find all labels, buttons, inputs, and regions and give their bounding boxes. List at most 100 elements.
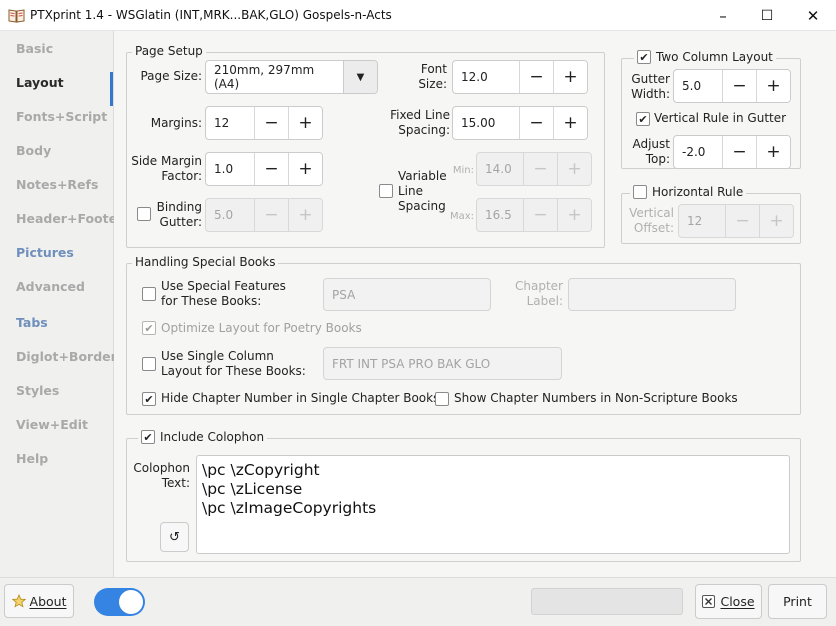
- plus-icon[interactable]: +: [557, 153, 591, 185]
- vertical-offset-value[interactable]: 12: [679, 205, 725, 237]
- plus-icon[interactable]: +: [553, 61, 587, 93]
- plus-icon[interactable]: +: [288, 153, 322, 185]
- sidebar-item-diglot-border[interactable]: Diglot+Border: [16, 349, 117, 364]
- plus-icon[interactable]: +: [553, 107, 587, 139]
- gutter-width-label-1: Gutter: [631, 72, 670, 86]
- colophon-line: \pc \zImageCopyrights: [202, 499, 377, 517]
- vertical-rule-checkbox[interactable]: ✔: [636, 112, 650, 126]
- plus-icon[interactable]: +: [759, 205, 793, 237]
- binding-gutter-label-1: Binding: [156, 200, 202, 214]
- minus-icon[interactable]: −: [722, 136, 756, 168]
- minus-icon[interactable]: −: [722, 70, 756, 102]
- sidebar-item-help[interactable]: Help: [16, 451, 112, 466]
- sidebar-item-advanced[interactable]: Advanced: [16, 279, 112, 294]
- hide-chapter-label: Hide Chapter Number in Single Chapter Bo…: [161, 391, 440, 405]
- gutter-width-spinner[interactable]: 5.0 − +: [673, 69, 791, 103]
- show-chapter-nonscripture-checkbox[interactable]: [435, 392, 449, 406]
- sidebar-item-tabs[interactable]: Tabs: [16, 315, 112, 330]
- optimize-poetry-checkbox[interactable]: ✔: [142, 321, 156, 335]
- max-value[interactable]: 16.5: [477, 199, 523, 231]
- minus-icon[interactable]: −: [254, 199, 288, 231]
- font-size-label-1: Font: [420, 62, 447, 76]
- side-margin-spinner[interactable]: 1.0 − +: [205, 152, 323, 186]
- sidebar-item-styles[interactable]: Styles: [16, 383, 112, 398]
- font-size-value[interactable]: 12.0: [453, 61, 519, 93]
- margins-spinner[interactable]: 12 − +: [205, 106, 323, 140]
- horizontal-rule-legend: Horizontal Rule: [630, 185, 747, 199]
- minimize-button[interactable]: –: [700, 0, 746, 31]
- page-size-value: 210mm, 297mm (A4): [214, 63, 315, 91]
- close-icon: [702, 595, 716, 608]
- include-colophon-checkbox[interactable]: ✔: [141, 430, 155, 444]
- min-spinner[interactable]: 14.0 − +: [476, 152, 592, 186]
- colophon-textarea[interactable]: \pc \zCopyright \pc \zLicense \pc \zImag…: [196, 455, 790, 554]
- page-size-combo[interactable]: 210mm, 297mm (A4) ▼: [205, 60, 378, 94]
- single-column-label-1: Use Single Column: [161, 349, 274, 363]
- vertical-offset-spinner[interactable]: 12 − +: [678, 204, 794, 238]
- chapter-label-input[interactable]: [568, 278, 736, 311]
- sidebar-item-fonts-script[interactable]: Fonts+Script: [16, 109, 112, 124]
- plus-icon[interactable]: +: [557, 199, 591, 231]
- sidebar-item-body[interactable]: Body: [16, 143, 112, 158]
- print-button[interactable]: Print: [768, 584, 827, 619]
- side-margin-label: Side Margin Factor:: [128, 154, 202, 184]
- sidebar-item-layout[interactable]: Layout: [16, 75, 112, 90]
- sidebar-item-pictures[interactable]: Pictures: [16, 245, 112, 260]
- variable-line-spacing-checkbox[interactable]: [379, 184, 393, 198]
- font-size-label: Font Size:: [384, 62, 447, 92]
- mode-toggle-switch[interactable]: [94, 588, 145, 616]
- plus-icon[interactable]: +: [288, 199, 322, 231]
- maximize-button[interactable]: ☐: [744, 0, 790, 31]
- margins-value[interactable]: 12: [206, 107, 254, 139]
- minus-icon[interactable]: −: [725, 205, 759, 237]
- toggle-knob: [119, 590, 143, 614]
- about-button[interactable]: About: [4, 584, 74, 618]
- chevron-down-icon[interactable]: ▼: [343, 61, 377, 93]
- gutter-width-value[interactable]: 5.0: [674, 70, 722, 102]
- close-window-button[interactable]: ✕: [790, 0, 836, 31]
- horizontal-rule-checkbox[interactable]: [633, 185, 647, 199]
- minus-icon[interactable]: −: [519, 61, 553, 93]
- fixed-line-label-1: Fixed Line: [390, 108, 450, 122]
- page-size-label: Page Size:: [140, 69, 202, 83]
- minus-icon[interactable]: −: [254, 153, 288, 185]
- minus-icon[interactable]: −: [254, 107, 288, 139]
- close-button[interactable]: Close: [695, 584, 762, 619]
- fixed-line-value[interactable]: 15.00: [453, 107, 519, 139]
- minus-icon[interactable]: −: [523, 199, 557, 231]
- max-spinner[interactable]: 16.5 − +: [476, 198, 592, 232]
- adjust-top-value[interactable]: -2.0: [674, 136, 722, 168]
- gutter-width-label-2: Width:: [631, 87, 670, 101]
- minus-icon[interactable]: −: [519, 107, 553, 139]
- minus-icon[interactable]: −: [523, 153, 557, 185]
- single-column-books-input[interactable]: FRT INT PSA PRO BAK GLO: [323, 347, 562, 380]
- plus-icon[interactable]: +: [756, 70, 790, 102]
- sidebar-item-notes-refs[interactable]: Notes+Refs: [16, 177, 112, 192]
- binding-gutter-value[interactable]: 5.0: [206, 199, 254, 231]
- page-setup-legend: Page Setup: [132, 44, 206, 58]
- plus-icon[interactable]: +: [756, 136, 790, 168]
- binding-gutter-checkbox[interactable]: [137, 207, 151, 221]
- chapter-label-label-2: Label:: [526, 294, 563, 308]
- hide-chapter-checkbox[interactable]: ✔: [142, 392, 156, 406]
- plus-icon[interactable]: +: [288, 107, 322, 139]
- side-margin-value[interactable]: 1.0: [206, 153, 254, 185]
- title-bar: PTXprint 1.4 - WSGlatin (INT,MRK...BAK,G…: [0, 0, 836, 31]
- binding-gutter-label: Binding Gutter:: [152, 200, 202, 230]
- binding-gutter-spinner[interactable]: 5.0 − +: [205, 198, 323, 232]
- sidebar-item-view-edit[interactable]: View+Edit: [16, 417, 112, 432]
- reset-colophon-button[interactable]: ↺: [160, 522, 189, 552]
- special-features-books-input[interactable]: PSA: [323, 278, 491, 311]
- special-features-checkbox[interactable]: [142, 287, 156, 301]
- book-icon: [8, 9, 25, 23]
- colophon-text-label: Colophon Text:: [132, 461, 190, 491]
- two-column-checkbox[interactable]: ✔: [637, 50, 651, 64]
- horizontal-rule-label: Horizontal Rule: [652, 185, 744, 199]
- sidebar-item-header-footer[interactable]: Header+Footer: [16, 211, 123, 226]
- adjust-top-spinner[interactable]: -2.0 − +: [673, 135, 791, 169]
- min-value[interactable]: 14.0: [477, 153, 523, 185]
- sidebar-item-basic[interactable]: Basic: [16, 41, 112, 56]
- single-column-checkbox[interactable]: [142, 357, 156, 371]
- font-size-spinner[interactable]: 12.0 − +: [452, 60, 588, 94]
- fixed-line-spacing-spinner[interactable]: 15.00 − +: [452, 106, 588, 140]
